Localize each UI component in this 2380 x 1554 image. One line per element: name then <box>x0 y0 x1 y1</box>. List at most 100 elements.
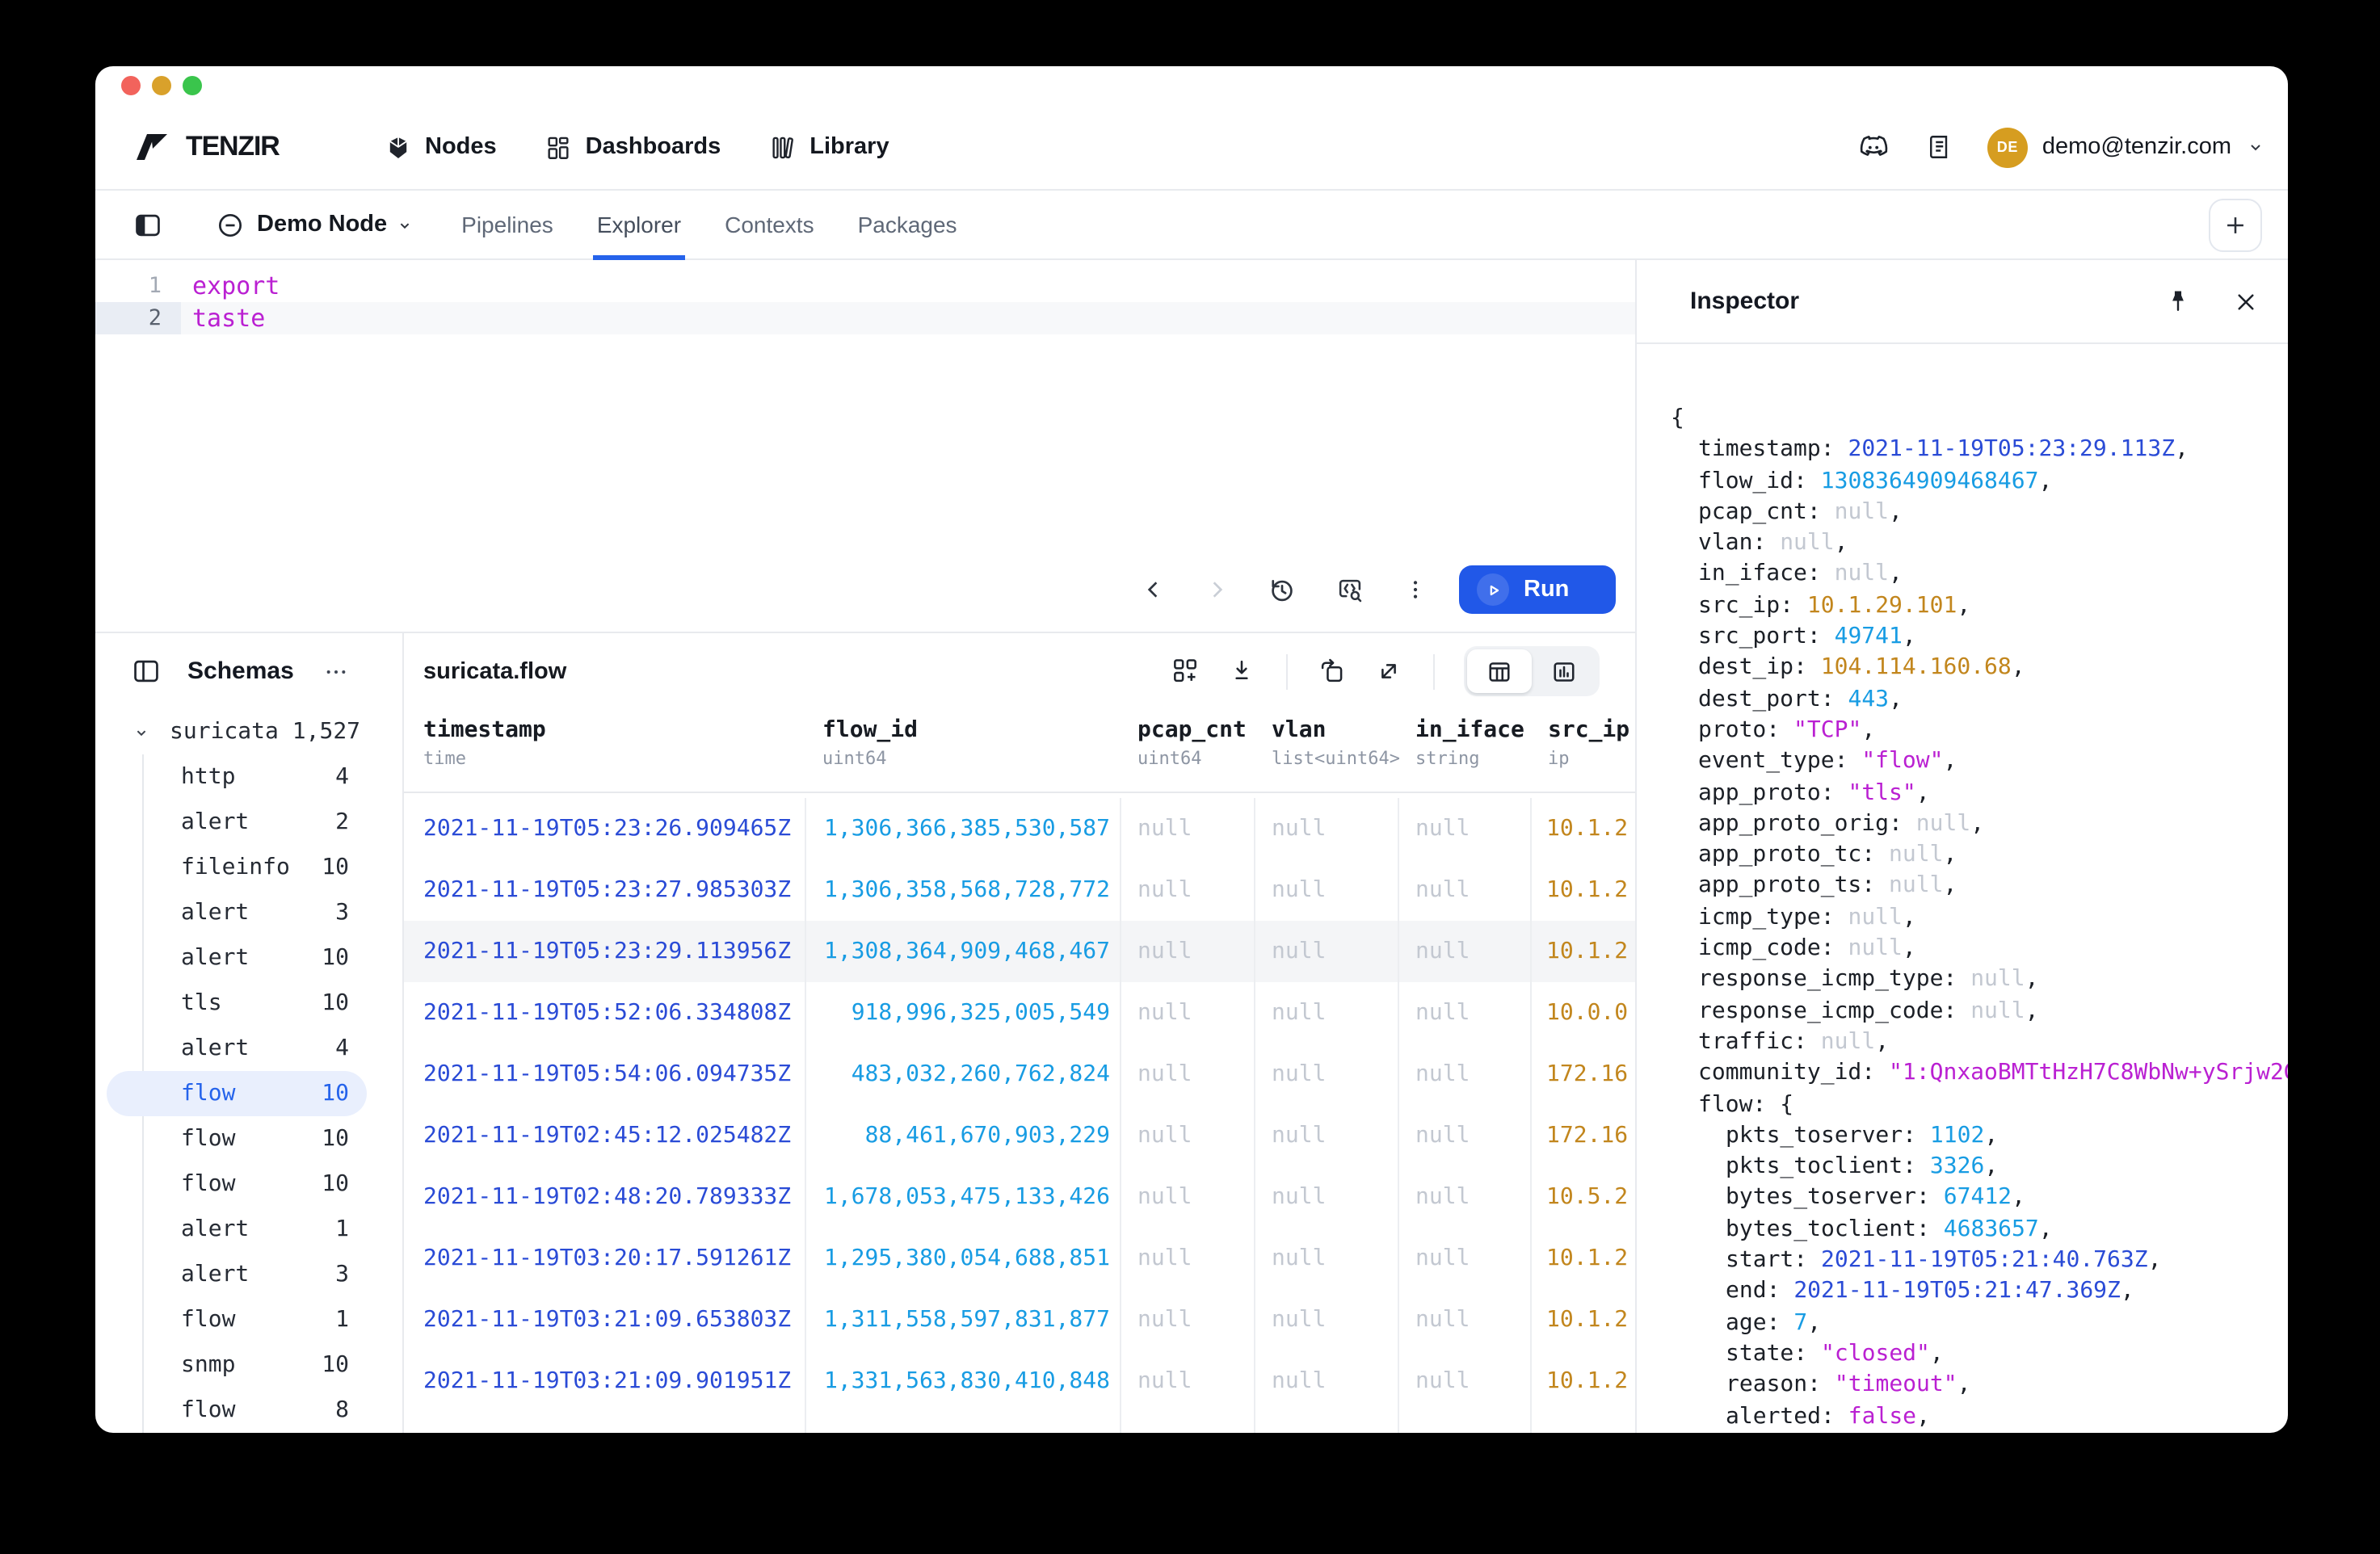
schema-item-alert[interactable]: alert10 <box>95 935 402 981</box>
schema-item-flow[interactable]: flow1 <box>95 1297 402 1342</box>
table-row[interactable]: 2021-11-19T02:45:12.025482Z88,461,670,90… <box>404 1105 1635 1166</box>
table-row[interactable]: 2021-11-19T03:20:17.591261Z1,295,380,054… <box>404 1228 1635 1289</box>
discord-button[interactable] <box>1856 130 1890 164</box>
nav-item-nodes[interactable]: Nodes <box>385 133 497 161</box>
inspector-line: state: "closed", <box>1637 1339 2288 1371</box>
json-value: "TCP" <box>1793 717 1861 743</box>
tenzir-logo[interactable]: TENZIR <box>129 131 343 163</box>
column-type: uint64 <box>822 748 1121 769</box>
download-button[interactable] <box>1226 656 1257 687</box>
cell-value: null <box>1415 1245 1470 1271</box>
json-key: age: <box>1726 1309 1780 1335</box>
more-options-button[interactable] <box>1402 577 1428 603</box>
column-separator <box>1398 1412 1399 1433</box>
nav-item-library[interactable]: Library <box>769 133 889 161</box>
json-key: icmp_type: <box>1698 905 1835 930</box>
add-pipeline-step-button[interactable] <box>1170 656 1201 687</box>
node-chevron-down-icon[interactable] <box>395 216 413 233</box>
table-row[interactable]: 2021-11-19T05:23:29.113956Z1,308,364,909… <box>404 921 1635 982</box>
editor-line-active[interactable]: 2 taste <box>95 302 1635 334</box>
nav-item-dashboards[interactable]: Dashboards <box>545 133 721 161</box>
history-back-button[interactable] <box>1141 577 1167 603</box>
table-row[interactable]: 2021-11-19T05:23:27.985303Z1,306,358,568… <box>404 859 1635 921</box>
table-cell: 2021-11-19T05:23:29.113956Z <box>404 921 806 982</box>
line-number: 2 <box>95 302 181 334</box>
table-row[interactable]: 2021-11-19T05:54:06.094735Z483,032,260,7… <box>404 1044 1635 1105</box>
inspector-line: flow: { <box>1637 1090 2288 1121</box>
schema-item-alert[interactable]: alert3 <box>95 890 402 935</box>
schema-item-alert[interactable]: alert2 <box>95 800 402 845</box>
new-tab-button[interactable] <box>2209 198 2262 251</box>
cell-value: 2021-11-19T02:45:12.025482Z <box>423 1123 791 1149</box>
schema-item-tls[interactable]: tls10 <box>95 981 402 1026</box>
column-header-timestamp[interactable]: timestamptime <box>404 709 806 792</box>
tree-chevron-down-icon <box>132 723 150 741</box>
chart-view-button[interactable] <box>1532 649 1596 693</box>
schema-item-flow[interactable]: flow10 <box>107 1071 367 1116</box>
table-row[interactable]: 2021-11-19T02:48:20.789333Z1,678,053,475… <box>404 1166 1635 1228</box>
docs-button[interactable] <box>1924 132 1953 162</box>
tab-packages[interactable]: Packages <box>856 190 959 259</box>
schema-item-snmp[interactable]: snmp10 <box>95 1342 402 1388</box>
schema-count: 3 <box>335 900 349 926</box>
copy-to-pipeline-button[interactable] <box>1317 656 1348 687</box>
panel-icon[interactable] <box>131 656 162 687</box>
history-forward-button[interactable] <box>1204 577 1230 603</box>
column-header-vlan[interactable]: vlanlist<uint64> <box>1255 709 1399 792</box>
schema-root[interactable]: suricata 1,527 <box>95 709 402 754</box>
table-view-button[interactable] <box>1467 649 1532 693</box>
close-button[interactable] <box>2231 287 2260 316</box>
table-row[interactable]: 2021-11-19T05:23:26.909465Z1,306,366,385… <box>404 798 1635 859</box>
schema-item-flow[interactable]: flow10 <box>95 1161 402 1207</box>
schema-item-alert[interactable]: alert3 <box>95 1252 402 1297</box>
schemas-menu-button[interactable] <box>323 658 349 684</box>
json-value: null <box>1970 998 2025 1023</box>
plus-icon <box>2222 211 2249 238</box>
expand-button[interactable] <box>1373 656 1404 687</box>
sidebar-toggle-icon[interactable] <box>132 209 163 240</box>
run-button[interactable]: Run <box>1459 565 1616 614</box>
schemas-header: Schemas <box>95 633 402 709</box>
table-row[interactable]: 2021-11-19T03:21:09.653803Z1,311,558,597… <box>404 1289 1635 1350</box>
table-row[interactable]: 2021-11-19T05:52:06.334808Z918,996,325,0… <box>404 982 1635 1044</box>
schema-item-flow[interactable]: flow10 <box>95 1116 402 1161</box>
pin-button[interactable] <box>2163 287 2193 316</box>
window-zoom-button[interactable] <box>183 76 202 95</box>
schema-item-fileinfo[interactable]: fileinfo10 <box>95 845 402 890</box>
account-chevron-down-icon[interactable] <box>2246 137 2265 157</box>
json-value: 3326 <box>1930 1153 1984 1179</box>
column-header-pcap_cnt[interactable]: pcap_cntuint64 <box>1121 709 1255 792</box>
inspector-line: traffic: null, <box>1637 1027 2288 1059</box>
column-header-src_ip[interactable]: src_ipip <box>1532 709 1635 792</box>
window-close-button[interactable] <box>121 76 141 95</box>
editor-lines: 1 export 2 taste <box>95 260 1635 334</box>
tab-explorer[interactable]: Explorer <box>595 190 683 259</box>
view-switcher <box>1464 646 1600 696</box>
column-type: uint64 <box>1137 748 1255 769</box>
tab-pipelines[interactable]: Pipelines <box>460 190 555 259</box>
table-cell: null <box>1255 1105 1399 1166</box>
editor-line[interactable]: 1 export <box>95 270 1635 302</box>
table-cell: null <box>1399 1044 1532 1105</box>
json-value: 7 <box>1793 1309 1807 1335</box>
pipeline-editor[interactable]: 1 export 2 taste <box>95 260 1635 632</box>
column-header-flow_id[interactable]: flow_iduint64 <box>806 709 1121 792</box>
table-cell: 10.1.2 <box>1532 1350 1635 1412</box>
avatar[interactable]: DE <box>1987 127 2028 167</box>
run-toolbar: Run <box>1141 565 1616 614</box>
cell-value: 10.1.2 <box>1546 939 1628 964</box>
schema-item-alert[interactable]: alert4 <box>95 1026 402 1071</box>
tab-contexts[interactable]: Contexts <box>723 190 816 259</box>
code-search-button[interactable] <box>1335 574 1365 605</box>
schemas-title: Schemas <box>187 657 294 685</box>
table-row[interactable]: 2021-11-19T03:21:09.901951Z1,331,563,830… <box>404 1350 1635 1412</box>
schema-item-alert[interactable]: alert1 <box>95 1207 402 1252</box>
account-email[interactable]: demo@tenzir.com <box>2042 134 2231 160</box>
window-minimize-button[interactable] <box>152 76 171 95</box>
table-cell: null <box>1399 1350 1532 1412</box>
node-selector[interactable]: Demo Node <box>257 212 387 237</box>
column-header-in_iface[interactable]: in_ifacestring <box>1399 709 1532 792</box>
query-history-button[interactable] <box>1267 574 1297 605</box>
schema-item-http[interactable]: http4 <box>95 754 402 800</box>
schema-item-flow[interactable]: flow8 <box>95 1388 402 1433</box>
